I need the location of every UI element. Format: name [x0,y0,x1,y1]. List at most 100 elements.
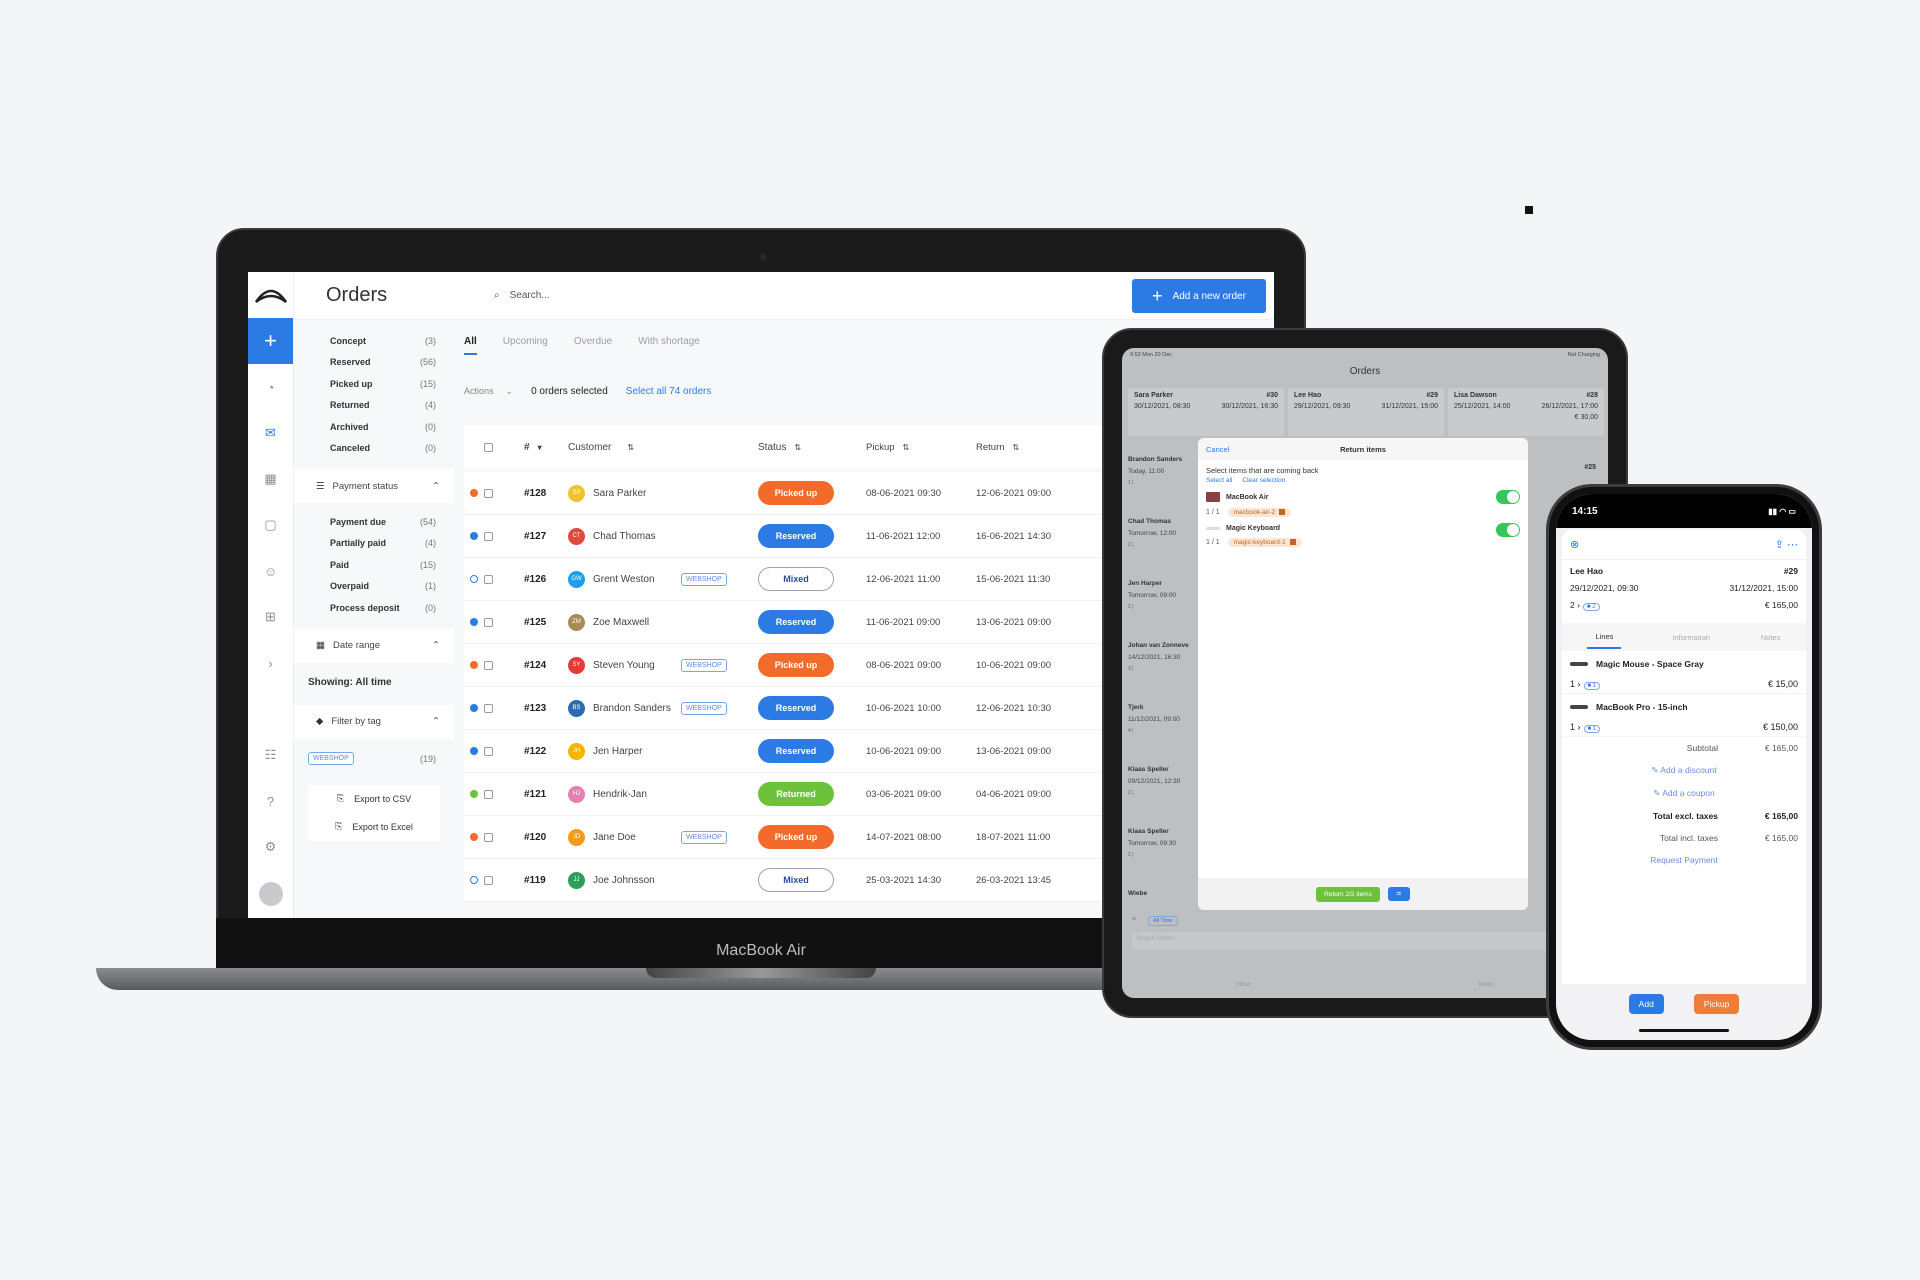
row-checkbox[interactable] [484,574,493,584]
export-csv-button[interactable]: ⎘ Export to CSV [308,784,440,813]
order-card[interactable]: Tjerk 11/12/2021, 09:00 4 | [1128,704,1196,766]
chevron-right-icon[interactable]: › [248,640,293,686]
tag-filter-webshop[interactable]: WEBSHOP (19) [294,747,454,771]
order-card[interactable]: Klaas Speller Tomorrow, 09:30 2 | [1128,828,1196,890]
add-order-button[interactable]: + Add a new order [1132,279,1266,313]
customer-name[interactable]: Jen Harper [593,746,673,757]
remove-icon[interactable] [1289,539,1296,546]
tab-all[interactable]: All [464,336,477,355]
row-checkbox[interactable] [484,531,493,541]
order-card[interactable]: Lee Hao #29 29/12/2021, 09:30 31/12/2021, … [1288,388,1444,436]
filter-item[interactable]: Canceled (0) [294,438,454,460]
customer-name[interactable]: Sara Parker [593,488,673,499]
column-customer[interactable]: Customer ⇅ [568,442,758,453]
dashboard-icon[interactable]: ◔ [248,364,293,410]
customer-name[interactable]: Grent Weston [593,574,673,585]
date-range-header[interactable]: ▦ Date range ⌃ [294,628,454,663]
customer-name[interactable]: Hendrik-Jan [593,789,673,800]
gear-icon[interactable]: ⚙ [248,824,293,870]
order-line[interactable]: Magic Mouse - Space Gray 1 › ■ 1 € 15,00 [1562,651,1806,694]
row-checkbox[interactable] [484,703,493,713]
all-time-chip[interactable]: All Time [1148,916,1178,926]
remove-icon[interactable] [1279,509,1286,516]
return-items-button[interactable]: Return 2/2 items [1316,886,1380,902]
return-toggle[interactable] [1496,523,1520,537]
filter-item[interactable]: Picked up (15) [294,373,454,395]
request-payment-button[interactable]: Request Payment [1562,849,1806,871]
stock-item-chip[interactable]: magic-keyboard-1 [1227,538,1302,547]
scan-button[interactable]: ⌗ [1387,887,1410,901]
tab-upcoming[interactable]: Upcoming [503,336,548,355]
row-checkbox[interactable] [484,617,493,627]
tab-with-shortage[interactable]: With shortage [638,336,700,355]
filter-item[interactable]: Concept (3) [294,330,454,352]
help-icon[interactable]: ? [248,778,293,824]
more-icon[interactable]: ⋯ [1787,539,1798,551]
search-input[interactable]: ⌕ Search... [486,280,690,310]
add-discount-button[interactable]: ✎ Add a discount [1562,759,1806,782]
select-all-link[interactable]: Select all [1206,477,1232,484]
order-card[interactable]: Chad Thomas Tomorrow, 12:00 2 | [1128,518,1196,580]
menu-icon[interactable]: ≡ [1132,916,1136,923]
tab-lines[interactable]: Lines [1587,626,1622,649]
order-card[interactable]: Johan van Zonneve 14/12/2021, 16:30 3 | [1128,642,1196,704]
payment-filter-item[interactable]: Partially paid (4) [294,533,454,555]
customer-name[interactable]: Jane Doe [593,832,673,843]
order-card[interactable]: Klaas Speller 09/12/2021, 12:30 2 | [1128,766,1196,828]
pickup-button[interactable]: Pickup [1693,994,1740,1014]
box-icon[interactable]: ⊞ [248,594,293,640]
customer-name[interactable]: Steven Young [593,660,673,671]
stock-item-chip[interactable]: macbook-air-2 [1227,508,1292,517]
filter-item[interactable]: Returned (4) [294,395,454,417]
app-logo[interactable] [248,272,293,318]
filter-item[interactable]: Reserved (56) [294,352,454,374]
calendar-icon[interactable]: ▦ [248,456,293,502]
select-all-link[interactable]: Select all 74 orders [626,386,712,397]
tablet-search-input[interactable]: Search Orders [1132,932,1598,950]
row-checkbox[interactable] [484,660,493,670]
clear-selection-link[interactable]: Clear selection [1242,477,1285,484]
webshop-tag[interactable]: WEBSHOP [308,752,354,765]
customer-name[interactable]: Brandon Sanders [593,703,673,714]
tab-information[interactable]: Information [1672,633,1710,642]
row-checkbox[interactable] [484,488,493,498]
payment-filter-item[interactable]: Paid (15) [294,554,454,576]
add-coupon-button[interactable]: ✎ Add a coupon [1562,782,1806,805]
cancel-button[interactable]: Cancel [1206,445,1229,454]
payment-filter-item[interactable]: Process deposit (0) [294,597,454,619]
column-pickup[interactable]: Pickup ⇅ [866,442,976,453]
user-icon[interactable]: ☺ [248,548,293,594]
row-checkbox[interactable] [484,832,493,842]
order-card[interactable]: Jen Harper Tomorrow, 09:00 2 | [1128,580,1196,642]
feedback-icon[interactable]: ☷ [248,732,293,778]
document-icon[interactable]: ▢ [248,502,293,548]
customer-name[interactable]: Joe Johnsson [593,875,673,886]
nav-inbox[interactable]: Inbox [1236,982,1251,988]
order-card[interactable]: Brandon Sanders Today, 11:00 1 | [1128,456,1196,518]
row-checkbox[interactable] [484,789,493,799]
order-card[interactable]: Lisa Dawson #28 25/12/2021, 14:00 26/12/20… [1448,388,1604,436]
tab-overdue[interactable]: Overdue [574,336,612,355]
payment-status-header[interactable]: ☰ Payment status ⌃ [294,469,454,503]
order-card[interactable]: Sara Parker #30 30/12/2021, 08:30 30/12/20… [1128,388,1284,436]
payment-filter-item[interactable]: Payment due (54) [294,511,454,533]
customer-name[interactable]: Chad Thomas [593,531,673,542]
column-status[interactable]: Status ⇅ [758,442,866,453]
add-button[interactable]: Add [1628,994,1664,1014]
export-excel-button[interactable]: ⎘ Export to Excel [308,812,440,841]
inbox-icon[interactable]: ✉ [248,410,293,456]
column-return[interactable]: Return ⇅ [976,442,1076,453]
return-toggle[interactable] [1496,490,1520,504]
row-checkbox[interactable] [484,875,493,885]
filter-item[interactable]: Archived (0) [294,416,454,438]
nav-news[interactable]: News [1479,982,1494,988]
close-icon[interactable]: ⊗ [1570,538,1579,551]
select-all-checkbox[interactable] [484,442,493,452]
order-line[interactable]: MacBook Pro - 15-inch 1 › ■ 1 € 150,00 [1562,694,1806,737]
share-icon[interactable]: ⇪ [1775,539,1784,551]
column-number[interactable]: # ▾ [508,442,568,453]
filter-by-tag-header[interactable]: ◆ Filter by tag ⌃ [294,704,454,739]
new-button[interactable]: + [248,318,293,364]
user-avatar[interactable] [259,882,283,906]
row-checkbox[interactable] [484,746,493,756]
